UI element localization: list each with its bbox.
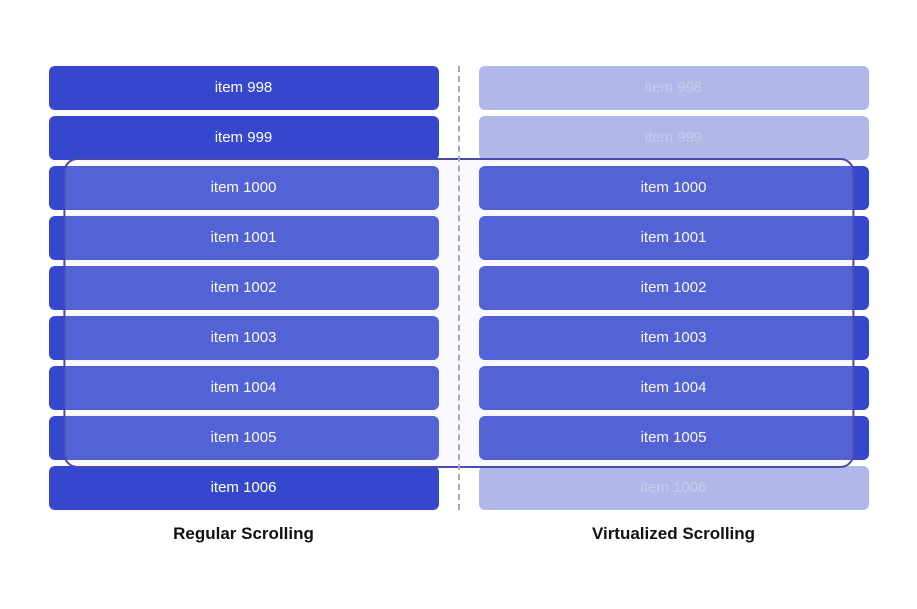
right-item-999: item 999: [479, 116, 869, 160]
virtualized-scrolling-column: item 998 item 999 item 1000 item 1001 item 1…: [459, 66, 889, 510]
right-item-998: item 998: [479, 66, 869, 110]
regular-scrolling-label: Regular Scrolling: [29, 524, 459, 544]
left-item-1005: item 1005: [49, 416, 439, 460]
left-item-1001: item 1001: [49, 216, 439, 260]
columns-wrapper: item 998 item 999 item 1000 item 1001 item 1…: [29, 66, 889, 510]
right-item-1000: item 1000: [479, 166, 869, 210]
virtualized-scrolling-label: Virtualized Scrolling: [459, 524, 889, 544]
dashed-divider: [458, 66, 460, 510]
right-item-1002: item 1002: [479, 266, 869, 310]
left-item-1004: item 1004: [49, 366, 439, 410]
left-item-1000: item 1000: [49, 166, 439, 210]
right-item-1005: item 1005: [479, 416, 869, 460]
right-item-1003: item 1003: [479, 316, 869, 360]
regular-scrolling-column: item 998 item 999 item 1000 item 1001 item 1…: [29, 66, 459, 510]
diagram-container: item 998 item 999 item 1000 item 1001 item 1…: [29, 66, 889, 544]
right-item-1004: item 1004: [479, 366, 869, 410]
left-item-1003: item 1003: [49, 316, 439, 360]
labels-row: Regular Scrolling Virtualized Scrolling: [29, 524, 889, 544]
left-item-1006: item 1006: [49, 466, 439, 510]
left-item-999: item 999: [49, 116, 439, 160]
right-item-1006: item 1006: [479, 466, 869, 510]
left-item-998: item 998: [49, 66, 439, 110]
left-item-1002: item 1002: [49, 266, 439, 310]
right-item-1001: item 1001: [479, 216, 869, 260]
